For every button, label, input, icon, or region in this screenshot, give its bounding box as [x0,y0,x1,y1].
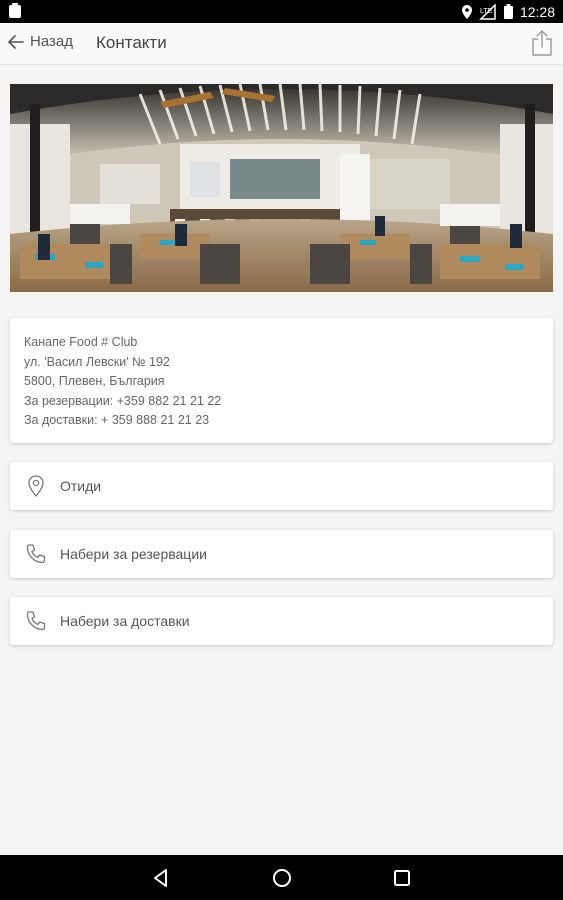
call-reservations-button[interactable]: Набери за резервации [10,530,553,578]
call-deliveries-label: Набери за доставки [60,613,190,629]
phone-icon [26,544,46,564]
restaurant-name: Канапе Food # Club [24,335,138,349]
call-reservations-label: Набери за резервации [60,546,207,562]
battery-icon [503,4,513,19]
deliveries-phone: За доставки: + 359 888 21 21 23 [24,413,210,427]
page-title: Контакти [96,33,167,52]
location-pin-icon [28,475,44,497]
system-nav-bar [0,855,563,900]
back-button[interactable]: Назад [8,33,73,50]
recents-square-icon[interactable] [390,866,414,890]
app-bar: Назад Контакти [0,23,563,65]
notification-icon [9,3,21,18]
arrow-left-icon [8,34,24,49]
phone-icon [26,611,46,631]
share-icon [532,30,552,56]
contact-info-card: Канапе Food # Club ул. 'Васил Левски' № … [10,318,553,443]
no-signal-icon: LTE [479,3,496,20]
call-deliveries-button[interactable]: Набери за доставки [10,597,553,645]
svg-text:LTE: LTE [480,8,493,15]
back-label: Назад [30,33,73,50]
navigate-button[interactable]: Отиди [10,462,553,510]
back-triangle-icon[interactable] [149,866,173,890]
reservations-phone: За резервации: +359 882 21 21 22 [24,393,222,408]
status-time: 12:28 [519,3,555,20]
home-circle-icon[interactable] [270,866,294,890]
share-button[interactable] [531,29,553,57]
restaurant-panorama-image [10,84,553,292]
status-bar: LTE 12:28 [0,0,563,23]
navigate-label: Отиди [60,478,102,494]
status-icons: LTE 12:28 [461,3,555,20]
city-address: 5800, Плевен, България [24,374,165,388]
location-icon [461,4,472,19]
street-address: ул. 'Васил Левски' № 192 [24,354,170,369]
